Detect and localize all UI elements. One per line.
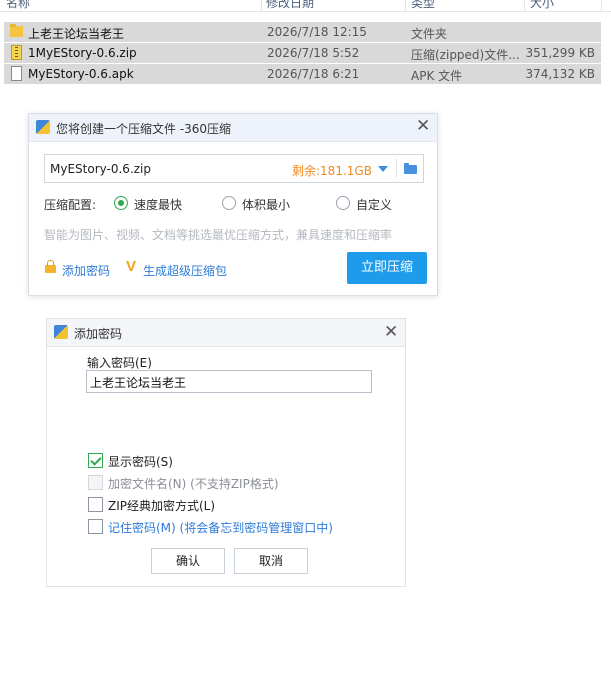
column-divider[interactable]	[405, 0, 406, 11]
file-icon	[11, 66, 22, 81]
chevron-down-icon[interactable]	[378, 166, 388, 172]
compress-dialog-title: 您将创建一个压缩文件 -360压缩	[56, 122, 232, 136]
encrypt-filenames-label: 加密文件名(N) (不支持ZIP格式)	[108, 477, 279, 491]
column-header-size[interactable]: 大小	[530, 0, 554, 11]
app-360zip-icon	[54, 325, 68, 339]
zip-classic-encryption-checkbox[interactable]	[88, 497, 103, 512]
radio-size-smallest[interactable]	[222, 196, 236, 210]
file-list-header: 名称 修改日期 类型 大小	[0, 0, 611, 12]
radio-custom[interactable]	[336, 196, 350, 210]
lock-icon	[45, 260, 56, 273]
password-input-label: 输入密码(E)	[87, 356, 152, 370]
file-row-folder[interactable]: 上老王论坛当老王 2026/7/18 12:15 文件夹	[4, 22, 601, 42]
show-password-checkbox[interactable]	[88, 453, 103, 468]
show-password-label[interactable]: 显示密码(S)	[108, 453, 173, 470]
column-divider[interactable]	[524, 0, 525, 11]
folder-icon	[404, 163, 417, 174]
file-modified: 2026/7/18 5:52	[267, 46, 360, 60]
compress-config-label: 压缩配置:	[44, 198, 97, 212]
add-password-dialog: 添加密码 ✕ 输入密码(E) 上老王论坛当老王 显示密码(S) 加密文件名(N)…	[46, 318, 406, 587]
file-row-apk[interactable]: MyEStory-0.6.apk 2026/7/18 6:21 APK 文件 3…	[4, 64, 601, 84]
radio-label-speed-fastest[interactable]: 速度最快	[134, 196, 182, 213]
vip-v-icon: V	[126, 258, 137, 275]
file-size: 374,132 KB	[525, 67, 595, 81]
remember-password-checkbox[interactable]	[88, 519, 103, 534]
zip-archive-icon	[11, 45, 22, 60]
compress-dialog-titlebar[interactable]: 您将创建一个压缩文件 -360压缩 ✕	[29, 114, 437, 142]
column-header-modified[interactable]: 修改日期	[266, 0, 314, 11]
radio-speed-fastest[interactable]	[114, 196, 128, 210]
output-filename[interactable]: MyEStory-0.6.zip	[50, 162, 151, 176]
add-password-link[interactable]: 添加密码	[62, 262, 110, 279]
remaining-space-label: 剩余:181.1GB	[292, 164, 372, 178]
compress-now-button[interactable]: 立即压缩	[347, 252, 427, 284]
file-type: 文件夹	[411, 27, 448, 41]
password-dialog-title: 添加密码	[74, 327, 123, 341]
close-icon[interactable]: ✕	[416, 118, 430, 135]
file-row-zip[interactable]: 1MyEStory-0.6.zip 2026/7/18 5:52 压缩(zipp…	[4, 43, 601, 63]
encrypt-filenames-checkbox	[88, 475, 103, 490]
radio-label-size-smallest[interactable]: 体积最小	[242, 196, 290, 213]
remember-password-label[interactable]: 记住密码(M) (将会备忘到密码管理窗口中)	[108, 519, 333, 536]
password-input[interactable]: 上老王论坛当老王	[86, 370, 372, 393]
file-name: MyEStory-0.6.apk	[28, 67, 134, 81]
file-modified: 2026/7/18 12:15	[267, 25, 367, 39]
column-header-type[interactable]: 类型	[411, 0, 435, 11]
file-size: 351,299 KB	[525, 46, 595, 60]
column-divider[interactable]	[601, 0, 602, 11]
super-compress-link[interactable]: 生成超级压缩包	[143, 262, 227, 279]
file-name: 上老王论坛当老王	[28, 27, 125, 41]
file-modified: 2026/7/18 6:21	[267, 67, 360, 81]
column-header-name[interactable]: 名称	[6, 0, 30, 11]
file-list: 名称 修改日期 类型 大小 上老王论坛当老王 2026/7/18 12:15 文…	[0, 0, 611, 90]
file-name: 1MyEStory-0.6.zip	[28, 46, 137, 60]
radio-label-custom[interactable]: 自定义	[356, 196, 392, 213]
app-360zip-icon	[36, 120, 50, 134]
browse-folder-button[interactable]	[402, 161, 420, 177]
compress-hint-text: 智能为图片、视频、文档等挑选最优压缩方式，兼具速度和压缩率	[44, 228, 393, 242]
confirm-button[interactable]: 确认	[151, 548, 225, 574]
file-type: APK 文件	[411, 69, 463, 83]
output-path-field[interactable]: MyEStory-0.6.zip 剩余:181.1GB	[44, 154, 424, 183]
password-dialog-titlebar[interactable]: 添加密码 ✕	[47, 319, 405, 347]
file-type: 压缩(zipped)文件...	[411, 48, 520, 62]
cancel-button[interactable]: 取消	[234, 548, 308, 574]
zip-classic-encryption-label[interactable]: ZIP经典加密方式(L)	[108, 497, 215, 514]
password-input-value[interactable]: 上老王论坛当老王	[90, 374, 186, 391]
close-icon[interactable]: ✕	[384, 324, 398, 341]
divider	[396, 159, 397, 178]
compress-dialog: 您将创建一个压缩文件 -360压缩 ✕ MyEStory-0.6.zip 剩余:…	[28, 113, 438, 296]
folder-icon	[10, 24, 23, 37]
column-divider[interactable]	[261, 0, 262, 11]
